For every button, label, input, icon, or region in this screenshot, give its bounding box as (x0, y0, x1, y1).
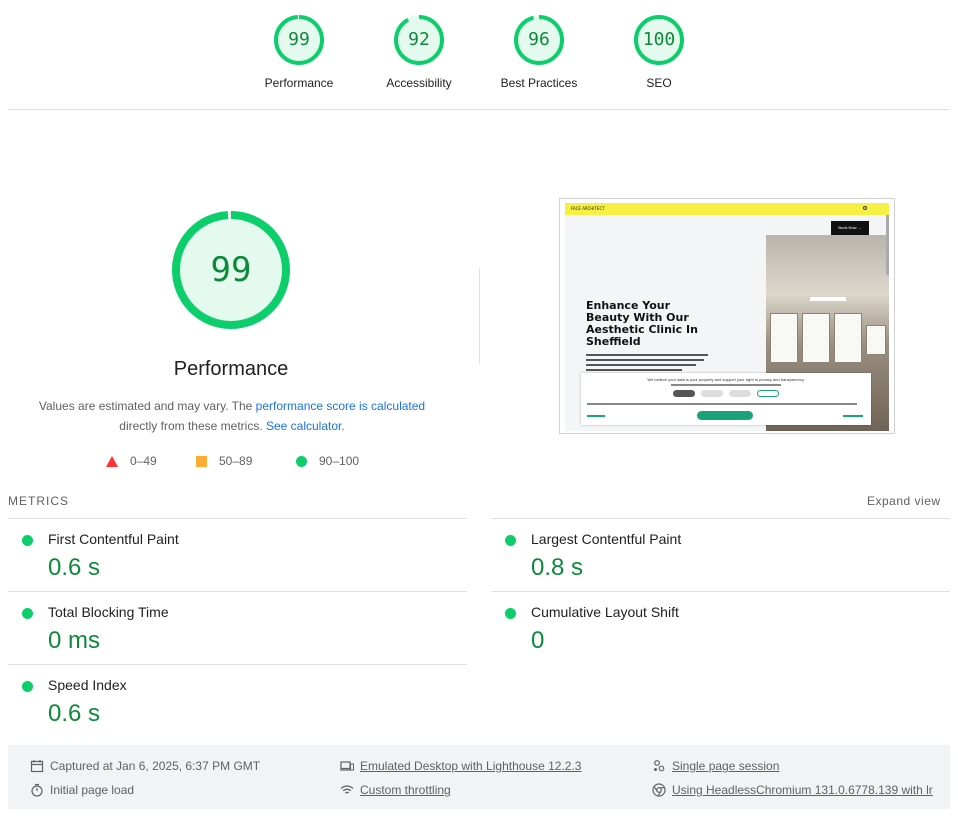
initial-page-load: Initial page load (30, 782, 134, 798)
metric-title: Total Blocking Time (48, 604, 169, 620)
legend-label: 90–100 (319, 454, 360, 468)
emulated-device[interactable]: Emulated Desktop with Lighthouse 12.2.3 (340, 758, 581, 774)
vertical-divider (479, 268, 480, 364)
site-topbar: FACE ARCHITECT (565, 203, 889, 215)
session-icon (654, 760, 665, 772)
metric-largest-contentful-paint: Largest Contentful Paint 0.8 s (491, 518, 931, 590)
book-now-button: Book Now → (831, 221, 869, 235)
metric-title: Speed Index (48, 677, 127, 693)
gauge-performance[interactable]: 99 Performance (239, 14, 359, 90)
captured-at: Captured at Jan 6, 2025, 6:37 PM GMT (30, 758, 260, 774)
legend-pass: 90–100 (296, 454, 359, 468)
emulated-link[interactable]: Emulated Desktop with Lighthouse 12.2.3 (360, 758, 581, 774)
category-gauges: 99 Performance 92 Accessibility 96 Best … (0, 14, 958, 94)
metric-first-contentful-paint: First Contentful Paint 0.6 s (8, 518, 448, 590)
browser-version[interactable]: Using HeadlessChromium 131.0.6778.139 wi… (652, 782, 933, 798)
pass-circle-icon (505, 535, 516, 546)
chrome-icon (652, 783, 666, 797)
heading-line: Sheffield (586, 335, 641, 348)
performance-description: Values are estimated and may vary. The p… (32, 396, 432, 436)
metric-title: Largest Contentful Paint (531, 531, 682, 547)
throttling[interactable]: Custom throttling (340, 782, 451, 798)
metric-value: 0 ms (48, 627, 101, 654)
score-legend: 0–49 50–89 90–100 (100, 454, 380, 472)
description-text: Values are estimated and may vary. The (38, 399, 256, 413)
gauge-score: 92 (408, 29, 430, 50)
average-square-icon (196, 455, 207, 467)
gauge-accessibility[interactable]: 92 Accessibility (359, 14, 479, 90)
cookie-pill (701, 390, 723, 397)
description-text: directly from these metrics. (119, 419, 266, 433)
cookie-banner: We believe your data is your property an… (581, 373, 871, 425)
cookie-pill (757, 390, 779, 397)
pass-circle-icon (22, 608, 33, 619)
captured-text: Captured at Jan 6, 2025, 6:37 PM GMT (50, 759, 261, 773)
metric-title: Cumulative Layout Shift (531, 604, 679, 620)
see-calculator-link[interactable]: See calculator. (266, 419, 345, 433)
pass-circle-icon (505, 608, 516, 619)
gauge-score: 99 (288, 29, 310, 50)
gauge-score: 100 (642, 29, 676, 50)
gauge-best-practices[interactable]: 96 Best Practices (479, 14, 599, 90)
pass-circle-icon (296, 455, 307, 467)
legend-average: 50–89 (196, 454, 252, 468)
cart-icon (863, 206, 867, 210)
throttling-link[interactable]: Custom throttling (360, 782, 451, 798)
final-screenshot[interactable]: FACE ARCHITECT Book Now → Enhance Your B… (559, 198, 895, 434)
site-logo: FACE ARCHITECT (571, 206, 605, 211)
gauge-label: Best Practices (500, 76, 578, 90)
screenshot-page: FACE ARCHITECT Book Now → Enhance Your B… (565, 203, 889, 431)
pass-circle-icon (22, 535, 33, 546)
metric-value: 0.8 s (531, 554, 584, 581)
gauge-score: 96 (528, 29, 550, 50)
divider (8, 109, 950, 110)
initial-load-text: Initial page load (50, 783, 135, 797)
stopwatch-icon (31, 783, 43, 797)
performance-score: 99 (210, 250, 252, 290)
legend-label: 50–89 (219, 454, 253, 468)
gauge-seo[interactable]: 100 SEO (599, 14, 719, 90)
performance-gauge: 99 (171, 210, 291, 330)
metric-speed-index: Speed Index 0.6 s (8, 664, 448, 736)
devices-icon (340, 761, 354, 771)
expand-view-toggle[interactable]: Expand view (867, 494, 941, 508)
metric-value: 0.6 s (48, 700, 101, 727)
scrollbar (886, 215, 889, 275)
cookie-title: We believe your data is your property an… (647, 377, 805, 382)
session-link[interactable]: Single page session (672, 758, 779, 774)
hero-heading: Enhance Your Beauty With Our Aesthetic C… (586, 300, 706, 348)
gauge-label: SEO (646, 76, 672, 90)
score-calculation-link[interactable]: performance score is calculated (256, 399, 425, 413)
calendar-icon (30, 760, 44, 773)
metrics-header: METRICS (8, 494, 69, 508)
metric-value: 0 (531, 627, 545, 654)
fail-triangle-icon (106, 455, 118, 467)
metric-title: First Contentful Paint (48, 531, 179, 547)
metric-cumulative-layout-shift: Cumulative Layout Shift 0 (491, 591, 931, 663)
legend-fail: 0–49 (106, 454, 157, 468)
cookie-accept-button (697, 411, 753, 420)
metric-value: 0.6 s (48, 554, 101, 581)
gauge-label: Performance (264, 76, 334, 90)
browser-link[interactable]: Using HeadlessChromium 131.0.6778.139 wi… (672, 782, 933, 798)
pass-circle-icon (22, 681, 33, 692)
metric-total-blocking-time: Total Blocking Time 0 ms (8, 591, 448, 663)
performance-title: Performance (173, 358, 289, 380)
wifi-icon (340, 785, 354, 794)
cookie-pill (729, 390, 751, 397)
legend-label: 0–49 (130, 454, 157, 468)
single-page-session[interactable]: Single page session (652, 758, 779, 774)
runtime-settings: Captured at Jan 6, 2025, 6:37 PM GMT Ini… (8, 745, 950, 809)
cookie-pill (673, 390, 695, 397)
gauge-label: Accessibility (386, 76, 452, 90)
